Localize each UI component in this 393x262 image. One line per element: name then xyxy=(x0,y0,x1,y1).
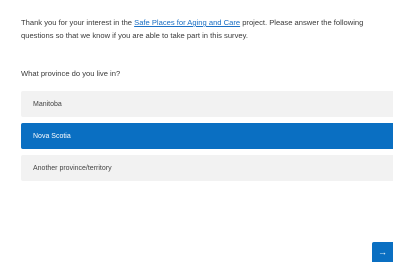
survey-intro: Thank you for your interest in the Safe … xyxy=(21,17,389,42)
choice-manitoba[interactable]: Manitoba xyxy=(21,91,393,117)
question-text: What province do you live in? xyxy=(21,69,121,78)
province-choices: Manitoba Nova Scotia Another province/te… xyxy=(21,91,393,187)
choice-label: Manitoba xyxy=(33,100,62,108)
choice-label: Nova Scotia xyxy=(33,132,71,140)
arrow-right-icon: → xyxy=(378,247,387,257)
next-button[interactable]: → xyxy=(372,242,393,262)
project-link[interactable]: Safe Places for Aging and Care xyxy=(134,18,240,27)
intro-text-before: Thank you for your interest in the xyxy=(21,18,135,27)
choice-nova-scotia[interactable]: Nova Scotia xyxy=(21,123,393,149)
choice-other-province[interactable]: Another province/territory xyxy=(21,155,393,181)
choice-label: Another province/territory xyxy=(33,164,112,172)
